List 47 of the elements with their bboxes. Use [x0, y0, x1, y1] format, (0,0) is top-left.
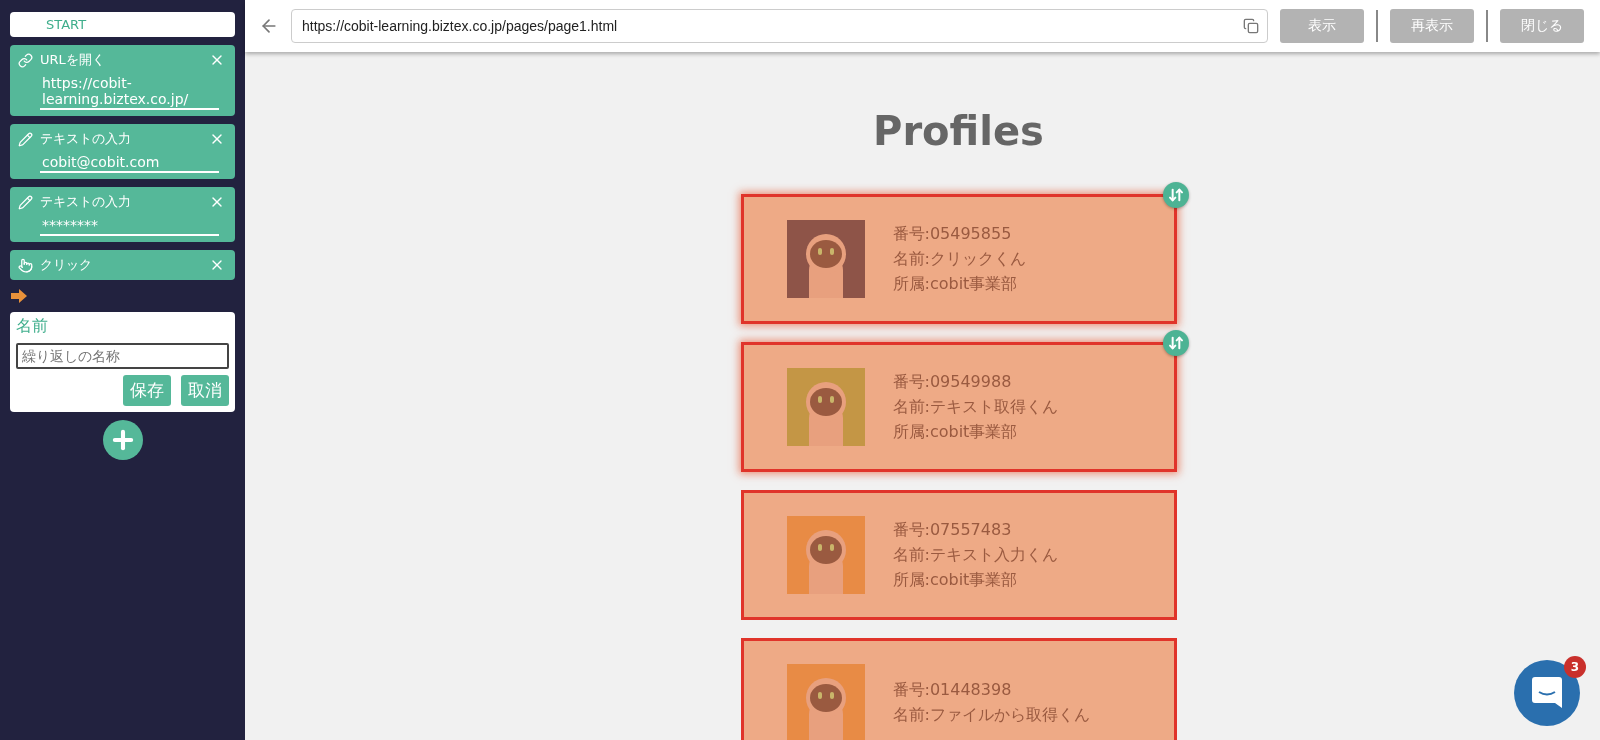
pointer-icon [18, 257, 33, 273]
step-value[interactable]: cobit@cobit.com [40, 152, 219, 173]
profile-text: 番号:09549988 [892, 371, 1013, 393]
url-field[interactable]: https://cobit-learning.biztex.co.jp/pages/page1.html [291, 9, 1268, 43]
arrow-right-icon [10, 288, 28, 304]
cancel-button[interactable]: 取消 [181, 375, 229, 406]
notification-badge: 3 [1564, 656, 1586, 678]
toolbar-button[interactable]: 表示 [1280, 9, 1364, 43]
profile-text: 番号:05495855 [892, 223, 1013, 245]
name-input[interactable]: 繰り返しの名称 [16, 343, 229, 369]
profile-text: 名前:テキスト入力くん [892, 544, 1058, 566]
profile-card[interactable]: 番号:07557483 名前:テキスト入力くん 所属:cobit事業部 [740, 490, 1177, 620]
profile-card[interactable]: 番号:01448398 名前:ファイルから取得くん [740, 638, 1177, 740]
step-value[interactable]: ******** [40, 215, 219, 236]
step-title: テキストの入力 [40, 193, 132, 211]
pencil-icon [18, 194, 33, 210]
profile-text: 所属:cobit事業部 [892, 421, 1019, 443]
workflow-step[interactable]: テキストの入力 ******** [10, 187, 235, 242]
profile-text: 番号:01448398 [892, 680, 1013, 701]
profile-text: 名前:ファイルから取得くん [892, 705, 1090, 726]
workflow-step[interactable]: クリック [10, 250, 235, 280]
step-title: URLを開く [40, 51, 106, 69]
profile-card[interactable]: 番号:09549988 名前:テキスト取得くん 所属:cobit事業部 [740, 342, 1177, 472]
profile-text: 名前:クリックくん [892, 248, 1026, 270]
copy-icon[interactable] [1243, 18, 1259, 34]
profile-text: 名前:テキスト取得くん [892, 396, 1058, 418]
reorder-icon[interactable] [1162, 182, 1189, 208]
toolbar-button[interactable]: 再表示 [1390, 9, 1474, 43]
profile-text: 所属:cobit事業部 [892, 569, 1019, 591]
start-step[interactable]: START [10, 12, 235, 37]
step-title: テキストの入力 [40, 130, 132, 148]
profile-text: 番号:07557483 [892, 519, 1013, 541]
chat-bubble-icon [1532, 677, 1562, 709]
field-label: 名前 [16, 316, 49, 337]
save-button[interactable]: 保存 [123, 375, 171, 406]
add-button[interactable] [102, 420, 143, 460]
step-title: クリック [40, 256, 93, 274]
pencil-icon [18, 131, 33, 147]
workflow-step[interactable]: URLを開く https://cobit-learning.biztex.co.jp/ [10, 45, 235, 116]
workflow-step[interactable]: テキストの入力 cobit@cobit.com [10, 124, 235, 179]
reorder-icon[interactable] [1162, 330, 1189, 356]
toolbar-button[interactable]: 閉じる [1500, 9, 1584, 43]
link-icon [18, 52, 33, 68]
profile-text: 所属:cobit事業部 [892, 273, 1019, 295]
page-title: Profiles [873, 108, 1044, 154]
profile-card[interactable]: 番号:05495855 名前:クリックくん 所属:cobit事業部 [740, 194, 1177, 324]
step-value[interactable]: https://cobit-learning.biztex.co.jp/ [40, 73, 219, 110]
